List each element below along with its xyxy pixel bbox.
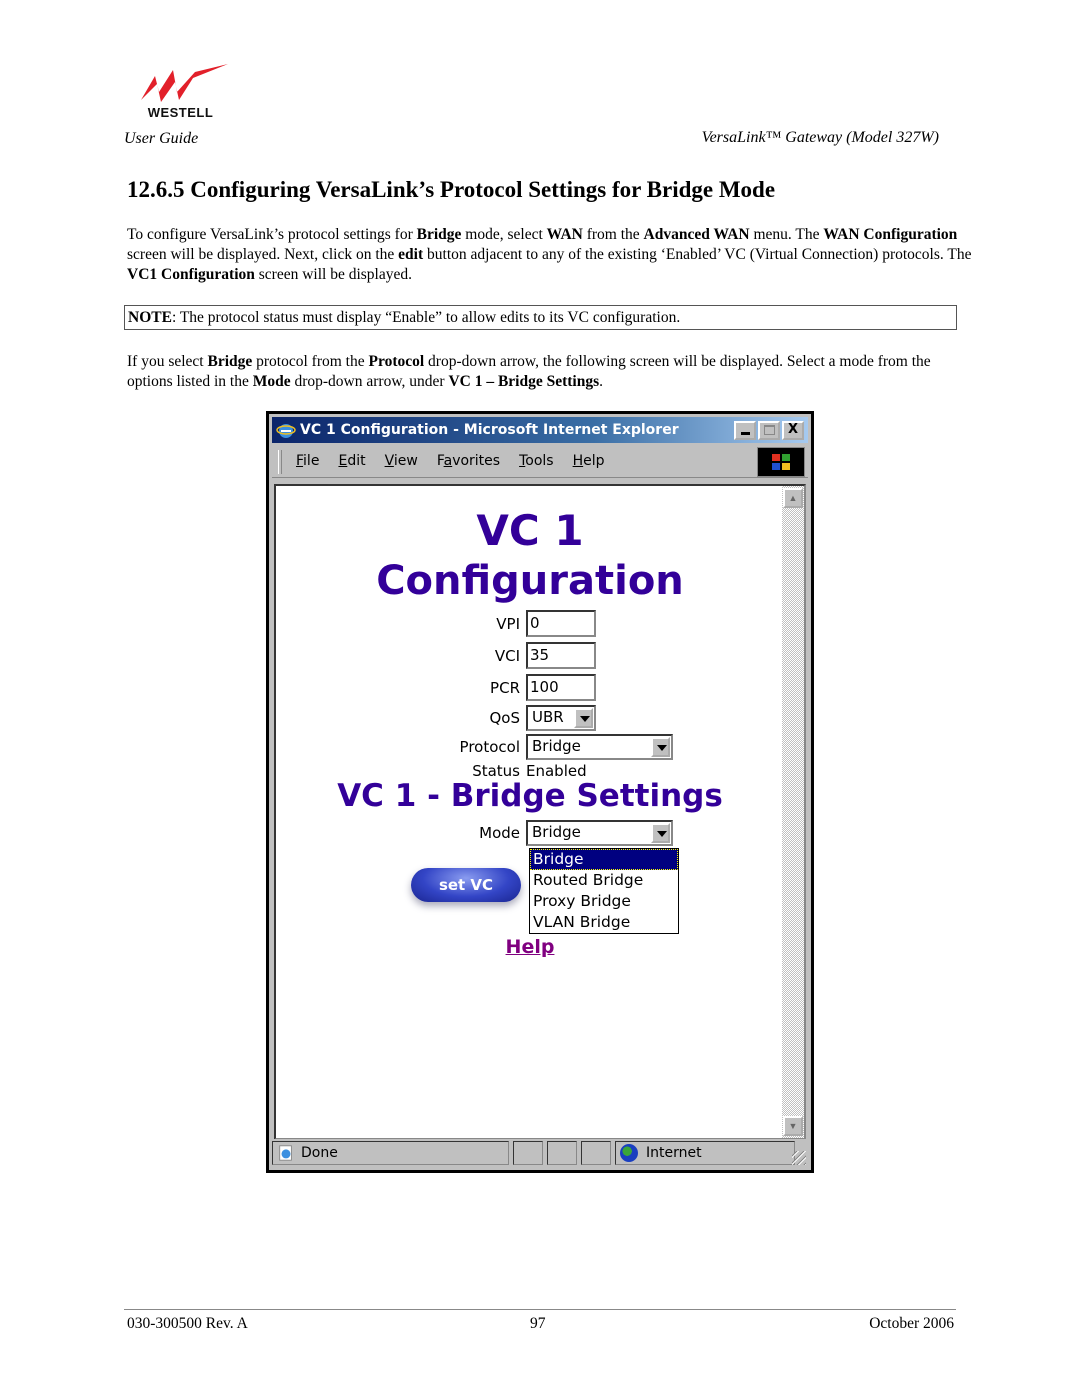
mode-option[interactable]: Bridge bbox=[530, 849, 678, 870]
browser-window: VC 1 Configuration - Microsoft Internet … bbox=[266, 411, 814, 1173]
section-title: 12.6.5 Configuring VersaLink’s Protocol … bbox=[127, 177, 776, 202]
menu-bar: File Edit View Favorites Tools Help bbox=[272, 446, 808, 478]
mode-value: Bridge bbox=[532, 823, 581, 841]
qos-label: QoS bbox=[489, 709, 520, 727]
bold-term: Bridge bbox=[207, 353, 253, 370]
menu-item[interactable]: File bbox=[296, 453, 319, 469]
pcr-input[interactable]: 100 bbox=[526, 674, 596, 701]
note-box: NOTE: The protocol status must display “… bbox=[124, 305, 957, 330]
vci-input[interactable]: 35 bbox=[526, 642, 596, 669]
status-cell bbox=[581, 1141, 611, 1165]
footer-divider bbox=[124, 1309, 956, 1310]
maximize-button[interactable] bbox=[758, 421, 780, 440]
qos-row: QoS UBR bbox=[276, 705, 596, 731]
protocol-value: Bridge bbox=[532, 737, 581, 755]
vpi-input[interactable]: 0 bbox=[526, 610, 596, 637]
menu-items: File Edit View Favorites Tools Help bbox=[296, 453, 624, 469]
mode-dropdown-list: Bridge Routed Bridge Proxy Bridge VLAN Brid… bbox=[529, 848, 679, 934]
qos-select[interactable]: UBR bbox=[526, 705, 596, 731]
bold-term: WAN Configuration bbox=[823, 226, 958, 243]
bold-term: VC1 Configuration bbox=[127, 266, 255, 283]
footer-page-number: 97 bbox=[530, 1315, 546, 1332]
bold-term: edit bbox=[398, 246, 424, 263]
instruction-paragraph: If you select Bridge protocol from the P… bbox=[127, 353, 931, 390]
browser-content: VC 1 Configuration VPI 0 VCI 35 PCR 100 … bbox=[274, 484, 806, 1140]
zone-text: Internet bbox=[646, 1145, 702, 1161]
minimize-button[interactable] bbox=[734, 421, 756, 440]
intro-paragraph: To configure VersaLink’s protocol settin… bbox=[127, 226, 972, 283]
mode-option[interactable]: Proxy Bridge bbox=[530, 891, 678, 912]
westell-swoosh-icon bbox=[141, 64, 228, 102]
vci-label: VCI bbox=[494, 646, 520, 665]
vpi-label: VPI bbox=[496, 614, 520, 633]
header-user-guide: User Guide bbox=[124, 130, 199, 147]
menu-item[interactable]: View bbox=[385, 453, 418, 469]
status-bar: Done Internet bbox=[272, 1139, 808, 1167]
browser-titlebar: VC 1 Configuration - Microsoft Internet … bbox=[272, 417, 808, 443]
header-product: VersaLink™ Gateway (Model 327W) bbox=[701, 129, 939, 146]
protocol-select[interactable]: Bridge bbox=[526, 734, 673, 760]
windows-flag-icon bbox=[772, 454, 790, 470]
qos-value: UBR bbox=[532, 708, 564, 726]
mode-label: Mode bbox=[479, 824, 520, 842]
menu-item[interactable]: Edit bbox=[338, 453, 365, 469]
chevron-down-icon[interactable] bbox=[574, 708, 593, 728]
bold-term: Bridge bbox=[416, 226, 462, 243]
status-text: Done bbox=[301, 1145, 338, 1161]
status-panel: Done bbox=[272, 1141, 509, 1165]
resize-grip[interactable] bbox=[792, 1151, 806, 1165]
set-vc-button[interactable]: set VC bbox=[411, 868, 521, 902]
maximize-icon bbox=[763, 425, 775, 435]
vpi-row: VPI 0 bbox=[276, 610, 596, 637]
protocol-row: Protocol Bridge bbox=[276, 734, 673, 760]
bridge-settings-heading: VC 1 - Bridge Settings bbox=[337, 778, 723, 814]
vci-row: VCI 35 bbox=[276, 642, 596, 669]
bold-term: Advanced WAN bbox=[643, 226, 750, 243]
footer-date: October 2006 bbox=[869, 1315, 954, 1332]
zone-panel: Internet bbox=[615, 1141, 795, 1165]
bold-term: WAN bbox=[546, 226, 583, 243]
mode-select[interactable]: Bridge bbox=[526, 820, 673, 846]
toolbar-grip[interactable] bbox=[278, 450, 282, 474]
page-heading-configuration: Configuration bbox=[376, 558, 684, 604]
mode-option[interactable]: VLAN Bridge bbox=[530, 912, 678, 933]
pcr-label: PCR bbox=[490, 678, 520, 697]
windows-logo bbox=[757, 447, 805, 477]
pcr-row: PCR 100 bbox=[276, 674, 596, 701]
logo-wordmark: WESTELL bbox=[147, 105, 214, 120]
chevron-down-icon[interactable] bbox=[651, 737, 670, 757]
browser-title: VC 1 Configuration - Microsoft Internet … bbox=[300, 422, 679, 438]
status-cell bbox=[513, 1141, 543, 1165]
bold-term: VC 1 – Bridge Settings bbox=[448, 373, 600, 390]
page-heading-vc: VC 1 bbox=[476, 506, 584, 555]
menu-item[interactable]: Help bbox=[573, 453, 605, 469]
help-link[interactable]: Help bbox=[276, 936, 784, 958]
vc-config-page: VC 1 Configuration VPI 0 VCI 35 PCR 100 … bbox=[276, 486, 784, 1138]
scroll-down-button[interactable]: ▼ bbox=[783, 1116, 803, 1136]
mode-row: Mode Bridge bbox=[276, 820, 673, 846]
globe-icon bbox=[620, 1144, 638, 1162]
bold-term: Mode bbox=[252, 373, 291, 390]
page-icon bbox=[279, 1145, 292, 1161]
ie-icon bbox=[276, 424, 296, 438]
status-cell bbox=[547, 1141, 577, 1165]
vertical-scrollbar[interactable]: ▲ ▼ bbox=[782, 486, 804, 1138]
close-button[interactable]: X bbox=[782, 421, 804, 440]
menu-item[interactable]: Tools bbox=[519, 453, 554, 469]
footer-doc-number: 030-300500 Rev. A bbox=[127, 1315, 248, 1332]
scroll-up-button[interactable]: ▲ bbox=[783, 488, 803, 508]
chevron-down-icon[interactable] bbox=[651, 823, 670, 843]
mode-option[interactable]: Routed Bridge bbox=[530, 870, 678, 891]
minimize-icon bbox=[740, 432, 750, 435]
bold-term: Protocol bbox=[368, 353, 425, 370]
menu-item[interactable]: Favorites bbox=[437, 453, 500, 469]
westell-logo: WESTELL bbox=[133, 62, 228, 120]
protocol-label: Protocol bbox=[459, 738, 520, 756]
bold-term: NOTE bbox=[128, 309, 172, 326]
